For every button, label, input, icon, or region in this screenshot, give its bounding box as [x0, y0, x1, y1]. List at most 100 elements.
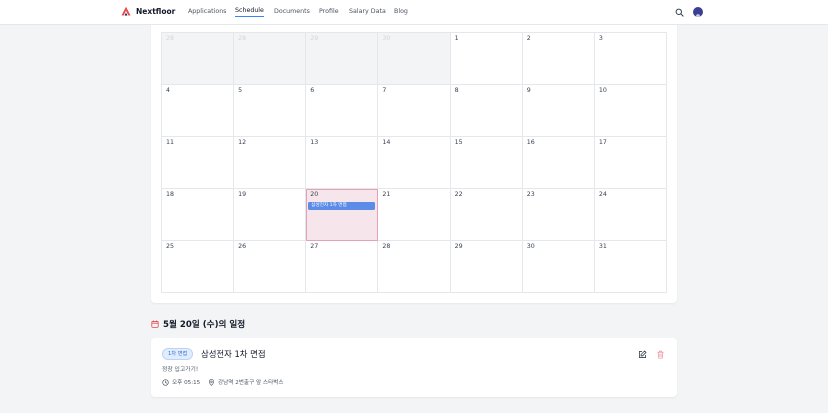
calendar-day-number: 30	[526, 243, 535, 250]
calendar-day-cell[interactable]: 29	[450, 241, 523, 293]
calendar-day-cell[interactable]: 15	[450, 137, 523, 189]
calendar-day-number: 21	[382, 191, 391, 198]
nav-link-salary-data[interactable]: Salary Data	[349, 8, 386, 15]
event-description: 정장 입고가기!	[162, 367, 199, 373]
calendar-day-number: 8	[454, 87, 459, 94]
calendar-day-number: 31	[598, 243, 607, 250]
calendar-day-cell[interactable]: 3	[594, 33, 667, 85]
calendar-day-number: 20	[310, 191, 319, 198]
calendar-day-number: 25	[166, 243, 175, 250]
calendar-day-number: 3	[598, 35, 603, 42]
calendar-day-number: 28	[166, 35, 175, 42]
calendar-day-number: 1	[454, 35, 459, 42]
nav-link-profile[interactable]: Profile	[319, 8, 339, 15]
event-location-text: 강남역 2번출구 앞 스타벅스	[218, 380, 284, 386]
calendar-day-number: 23	[526, 191, 535, 198]
calendar-day-cell[interactable]: 24	[594, 189, 667, 241]
top-navbar: Nextfloor Applications Schedule Document…	[0, 0, 828, 25]
clock-icon	[162, 378, 169, 386]
calendar-day-cell[interactable]: 4	[162, 85, 235, 137]
trash-icon[interactable]	[656, 350, 665, 359]
event-card[interactable]: 1차 면접 삼성전자 1차 면접 정장 입고가기! 오후 05:15 강남역 2…	[151, 338, 677, 397]
calendar-day-cell[interactable]: 23	[522, 189, 595, 241]
calendar-day-cell[interactable]: 26	[234, 241, 307, 293]
calendar-day-number: 12	[238, 139, 247, 146]
calendar-event-chip[interactable]: 삼성전자 1차 면접	[308, 202, 376, 210]
calendar-day-number: 28	[238, 35, 247, 42]
calendar-day-cell[interactable]: 7	[378, 85, 451, 137]
calendar-day-number: 4	[166, 87, 171, 94]
brand-logo[interactable]: Nextfloor	[121, 6, 175, 16]
calendar-day-number: 29	[454, 243, 463, 250]
nextfloor-logo-icon	[121, 6, 131, 16]
event-type-badge: 1차 면접	[162, 348, 194, 360]
calendar-day-number: 2	[526, 35, 531, 42]
calendar-day-cell[interactable]: 28	[234, 33, 307, 85]
calendar-day-cell[interactable]: 29	[306, 33, 379, 85]
calendar-day-cell[interactable]: 19	[234, 189, 307, 241]
calendar-day-cell[interactable]: 25	[162, 241, 235, 293]
user-icon	[696, 14, 700, 17]
selected-day-title: 5월 20일 (수)의 일정	[163, 320, 246, 330]
event-time: 오후 05:15	[162, 378, 200, 386]
calendar-day-cell[interactable]: 6	[306, 85, 379, 137]
nav-link-documents[interactable]: Documents	[274, 8, 310, 15]
calendar-day-cell[interactable]: 21	[378, 189, 451, 241]
nav-link-schedule[interactable]: Schedule	[235, 7, 264, 17]
calendar-day-cell[interactable]: 17	[594, 137, 667, 189]
calendar-day-cell[interactable]: 2	[522, 33, 595, 85]
calendar-day-number: 7	[382, 87, 387, 94]
brand-name: Nextfloor	[136, 6, 176, 16]
calendar-day-cell[interactable]: 9	[522, 85, 595, 137]
calendar-day-cell[interactable]: 28	[162, 33, 235, 85]
calendar-day-number: 15	[454, 139, 463, 146]
calendar-day-number: 29	[310, 35, 319, 42]
calendar-day-cell[interactable]: 12	[234, 137, 307, 189]
calendar-day-cell[interactable]: 20 삼성전자 1차 면접	[306, 189, 379, 241]
calendar-day-number: 10	[598, 87, 607, 94]
calendar-day-number: 28	[382, 243, 391, 250]
calendar-day-number: 27	[310, 243, 319, 250]
user-avatar[interactable]	[693, 7, 703, 17]
calendar-day-number: 6	[310, 87, 315, 94]
calendar-month-grid: 28 28 29 30 1 2 3 4 5 6 7 8 9 10 11 12 13 14 15 16 17 18 19 20 삼…	[161, 32, 667, 293]
calendar-day-number: 13	[310, 139, 319, 146]
event-title: 삼성전자 1차 면접	[201, 349, 266, 359]
calendar-day-cell[interactable]: 31	[594, 241, 667, 293]
calendar-day-cell[interactable]: 10	[594, 85, 667, 137]
calendar-day-number: 5	[238, 87, 243, 94]
calendar-day-cell[interactable]: 14	[378, 137, 451, 189]
calendar-day-cell[interactable]: 8	[450, 85, 523, 137]
calendar-day-cell[interactable]: 13	[306, 137, 379, 189]
selected-day-header: 5월 20일 (수)의 일정	[151, 318, 245, 330]
location-pin-icon	[208, 378, 215, 386]
nav-link-blog[interactable]: Blog	[394, 8, 408, 15]
calendar-day-cell[interactable]: 22	[450, 189, 523, 241]
calendar-day-cell[interactable]: 1	[450, 33, 523, 85]
calendar-day-cell[interactable]: 5	[234, 85, 307, 137]
calendar-day-cell[interactable]: 30	[378, 33, 451, 85]
calendar-day-number: 22	[454, 191, 463, 198]
calendar-day-cell[interactable]: 27	[306, 241, 379, 293]
event-time-text: 오후 05:15	[172, 380, 201, 386]
calendar-day-number: 9	[526, 87, 531, 94]
calendar-day-number: 18	[166, 191, 175, 198]
calendar-day-cell[interactable]: 18	[162, 189, 235, 241]
calendar-day-cell[interactable]: 11	[162, 137, 235, 189]
calendar-day-cell[interactable]: 28	[378, 241, 451, 293]
calendar-icon	[151, 320, 159, 328]
calendar-day-number: 11	[166, 139, 175, 146]
event-location: 강남역 2번출구 앞 스타벅스	[208, 378, 284, 386]
edit-icon[interactable]	[638, 350, 647, 359]
calendar-day-number: 19	[238, 191, 247, 198]
calendar-day-number: 26	[238, 243, 247, 250]
calendar-day-number: 17	[598, 139, 607, 146]
nav-link-applications[interactable]: Applications	[188, 8, 226, 15]
calendar-day-number: 16	[526, 139, 535, 146]
search-icon[interactable]	[675, 8, 684, 17]
calendar-day-number: 24	[598, 191, 607, 198]
calendar-day-cell[interactable]: 30	[522, 241, 595, 293]
calendar-day-number: 30	[382, 35, 391, 42]
calendar-day-number: 14	[382, 139, 391, 146]
calendar-day-cell[interactable]: 16	[522, 137, 595, 189]
